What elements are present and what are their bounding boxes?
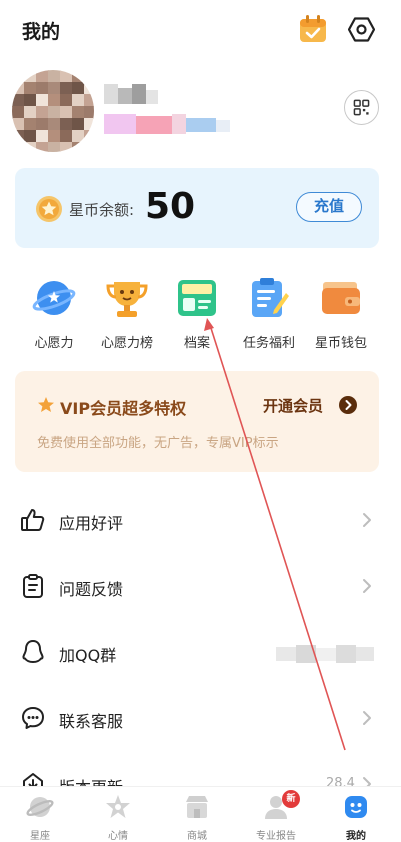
action-label: 档案 — [183, 336, 210, 351]
bottom-tab-bar: 星座 心情 商城 新 专业报告 我的 — [0, 786, 401, 842]
qq-group-number-redacted — [276, 645, 374, 663]
profile-section — [0, 62, 401, 152]
coin-balance-value: 50 — [145, 186, 196, 227]
menu-item-rate-app[interactable]: 应用好评 — [0, 488, 401, 554]
trophy-icon — [106, 282, 148, 317]
avatar[interactable] — [12, 70, 94, 152]
tab-pro-report[interactable]: 新 专业报告 — [236, 787, 316, 842]
menu-item-contact-support[interactable]: 联系客服 — [0, 686, 401, 752]
vip-subtitle: 免费使用全部功能，无广告，专属VIP标示 — [37, 436, 279, 451]
hexagon-gear-icon[interactable] — [348, 16, 375, 43]
action-task-rewards[interactable]: 任务福利 — [229, 272, 309, 352]
chevron-right-circle-icon[interactable] — [339, 396, 357, 414]
clipboard-pen-icon — [252, 278, 289, 317]
coin-balance-label: 星币余额: — [69, 201, 135, 219]
menu-item-feedback[interactable]: 问题反馈 — [0, 554, 401, 620]
menu-item-label: 加QQ群 — [59, 646, 117, 665]
action-wish-power[interactable]: 心愿力 — [14, 272, 94, 352]
action-label: 任务福利 — [242, 336, 295, 351]
tab-me[interactable]: 我的 — [316, 787, 396, 842]
new-badge: 新 — [282, 790, 300, 808]
star-coin-icon — [36, 196, 62, 222]
qq-penguin-icon — [22, 640, 44, 663]
menu-item-label: 应用好评 — [59, 514, 124, 533]
menu-item-join-qq-group[interactable]: 加QQ群 — [0, 620, 401, 686]
open-vip-button[interactable]: 开通会员 — [263, 395, 323, 416]
chevron-right-icon — [363, 711, 371, 725]
user-id-redacted — [104, 112, 230, 136]
quick-actions: 心愿力 心愿力榜 档案 任务福利 星币钱包 — [0, 272, 401, 352]
chat-bubble-icon — [22, 707, 44, 729]
tab-label: 商城 — [187, 831, 207, 842]
recharge-button[interactable]: 充值 — [296, 192, 362, 222]
menu-item-label: 问题反馈 — [59, 580, 124, 599]
vip-promo-card[interactable]: VIP会员超多特权 开通会员 免费使用全部功能，无广告，专属VIP标示 — [15, 371, 379, 472]
page-title: 我的 — [22, 21, 61, 43]
me-tab-icon — [345, 796, 367, 818]
menu-item-label: 联系客服 — [59, 712, 124, 731]
coin-balance-card: 星币余额: 50 充值 — [15, 168, 379, 248]
id-card-icon — [178, 280, 216, 316]
action-coin-wallet[interactable]: 星币钱包 — [301, 272, 381, 352]
qr-code-icon[interactable] — [344, 90, 379, 125]
planet-tab-icon — [26, 797, 54, 817]
avatar-pixel — [84, 142, 94, 152]
action-profile-file[interactable]: 档案 — [157, 272, 237, 352]
action-label: 心愿力 — [34, 336, 74, 351]
header: 我的 — [0, 0, 401, 60]
chevron-right-icon — [363, 579, 371, 593]
tab-label: 专业报告 — [256, 831, 296, 842]
calendar-check-icon[interactable] — [298, 14, 328, 44]
tab-constellation[interactable]: 星座 — [0, 787, 80, 842]
tab-label: 我的 — [346, 831, 366, 842]
tab-store[interactable]: 商城 — [157, 787, 237, 842]
thumbs-up-icon — [21, 509, 45, 531]
clipboard-icon — [23, 574, 43, 598]
vip-title: VIP会员超多特权 — [60, 399, 187, 418]
chevron-right-icon — [363, 513, 371, 527]
tab-mood[interactable]: 心情 — [78, 787, 158, 842]
tab-label: 星座 — [30, 831, 50, 842]
action-wish-ranking[interactable]: 心愿力榜 — [87, 272, 167, 352]
store-tab-icon — [186, 796, 208, 818]
star-icon — [38, 397, 54, 412]
tab-label: 心情 — [108, 831, 128, 842]
nickname-redacted — [104, 84, 158, 104]
wallet-icon — [322, 282, 360, 314]
action-label: 心愿力榜 — [100, 336, 153, 351]
planet-icon — [32, 281, 76, 315]
action-label: 星币钱包 — [314, 336, 367, 351]
mood-tab-icon — [106, 795, 130, 818]
